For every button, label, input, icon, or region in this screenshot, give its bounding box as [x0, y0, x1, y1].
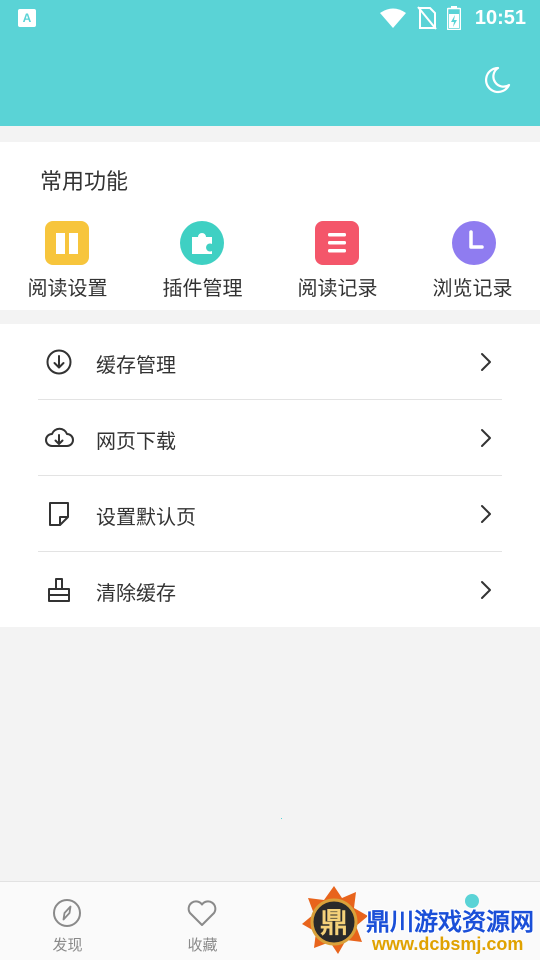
no-sim-icon: [417, 6, 437, 30]
nav-discover[interactable]: 发现: [0, 882, 135, 960]
menu-set-default-page[interactable]: 设置默认页: [0, 476, 540, 552]
func-label: 阅读设置: [27, 276, 108, 300]
menu-label: 缓存管理: [96, 353, 176, 377]
moon-icon[interactable]: [480, 64, 512, 96]
watermark-url: www.dcbsmj.com: [372, 934, 524, 954]
note-icon: [49, 502, 69, 526]
watermark-logo: 鼎: [302, 886, 368, 954]
heart-icon: [187, 900, 217, 926]
watermark-title: 鼎川游戏资源网: [366, 908, 534, 936]
battery-charging-icon: [446, 6, 461, 30]
menu-label: 网页下载: [96, 429, 176, 453]
menu-label: 设置默认页: [96, 505, 196, 529]
watermark-overlay: 鼎 鼎川游戏资源网 www.dcbsmj.com: [294, 880, 540, 960]
func-label: 插件管理: [162, 276, 243, 300]
menu-cache-management[interactable]: 缓存管理: [0, 324, 540, 400]
nav-favorites[interactable]: 收藏: [135, 882, 270, 960]
common-functions-panel: 常用功能 阅读设置 插件管理 阅读记录 浏览记录: [0, 142, 540, 310]
status-bar: A 10:51: [0, 0, 540, 36]
chevron-right-icon: [481, 581, 491, 599]
wifi-icon: [379, 8, 406, 28]
open-book-icon: [44, 220, 90, 266]
function-grid: 阅读设置 插件管理 阅读记录 浏览记录: [0, 218, 540, 302]
app-header: A 10:51: [0, 0, 540, 126]
func-label: 浏览记录: [432, 276, 513, 300]
chevron-right-icon: [481, 505, 491, 523]
chevron-right-icon: [481, 429, 491, 447]
func-plugin-management[interactable]: 插件管理: [135, 218, 270, 302]
settings-list: 缓存管理 网页下载 设置默认页 清除缓存: [0, 324, 540, 627]
chevron-right-icon: [481, 353, 491, 371]
section-title: 常用功能: [40, 170, 129, 195]
menu-label: 清除缓存: [96, 581, 176, 605]
list-icon: [314, 220, 360, 266]
func-label: 阅读记录: [297, 276, 378, 300]
loading-dot: [281, 818, 282, 819]
status-indicators: 10:51: [379, 5, 526, 31]
brush-icon: [48, 578, 70, 602]
clock-icon: [451, 220, 497, 266]
download-circle-icon: [46, 349, 72, 375]
compass-icon: [53, 899, 81, 927]
puzzle-icon: [179, 220, 225, 266]
nav-label: 收藏: [187, 936, 218, 954]
nav-label: 发现: [52, 936, 83, 954]
cloud-download-icon: [45, 427, 74, 447]
app-notification-icon: A: [18, 9, 36, 27]
func-browse-history[interactable]: 浏览记录: [405, 218, 540, 302]
status-time: 10:51: [474, 6, 526, 29]
watermark-emblem-char: 鼎: [320, 906, 348, 939]
func-reading-history[interactable]: 阅读记录: [270, 218, 405, 302]
func-reading-settings[interactable]: 阅读设置: [0, 218, 135, 302]
menu-clear-cache[interactable]: 清除缓存: [0, 552, 540, 628]
menu-web-download[interactable]: 网页下载: [0, 400, 540, 476]
